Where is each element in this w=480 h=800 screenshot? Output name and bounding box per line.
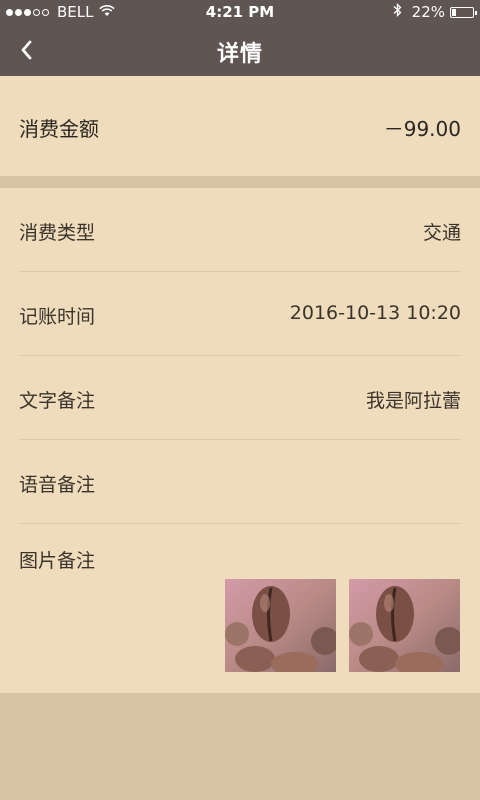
detail-label: 记账时间 bbox=[19, 306, 96, 328]
detail-value: 交通 bbox=[422, 222, 461, 244]
status-bar: BELL 4:21 PM 22% bbox=[0, 0, 480, 24]
coffee-bean-photo bbox=[225, 579, 336, 672]
detail-label: 语音备注 bbox=[19, 474, 96, 496]
amount-section: 消费金额 －99.00 bbox=[0, 76, 480, 176]
detail-label: 消费类型 bbox=[19, 222, 96, 244]
photo-thumbnail[interactable] bbox=[225, 579, 336, 672]
coffee-bean-photo bbox=[349, 579, 460, 672]
bluetooth-icon bbox=[393, 2, 402, 21]
amount-label: 消费金额 bbox=[19, 117, 99, 141]
detail-label: 图片备注 bbox=[19, 550, 96, 572]
section-divider bbox=[0, 176, 480, 188]
detail-value: 2016-10-13 10:20 bbox=[289, 302, 461, 324]
detail-row-time: 记账时间 2016-10-13 10:20 bbox=[19, 272, 461, 356]
battery-icon bbox=[450, 6, 477, 18]
detail-row-text-note: 文字备注 我是阿拉蕾 bbox=[19, 356, 461, 440]
detail-value: 我是阿拉蕾 bbox=[365, 390, 461, 412]
battery-percentage: 22% bbox=[411, 3, 445, 21]
nav-bar: 详情 bbox=[0, 24, 480, 76]
detail-row-type: 消费类型 交通 bbox=[19, 188, 461, 272]
status-right: 22% bbox=[393, 2, 477, 21]
detail-label: 文字备注 bbox=[19, 390, 96, 412]
page-title: 详情 bbox=[216, 42, 263, 67]
amount-value: －99.00 bbox=[383, 117, 461, 141]
photo-thumbnail[interactable] bbox=[349, 579, 460, 672]
detail-row-voice-note[interactable]: 语音备注 bbox=[19, 440, 461, 524]
